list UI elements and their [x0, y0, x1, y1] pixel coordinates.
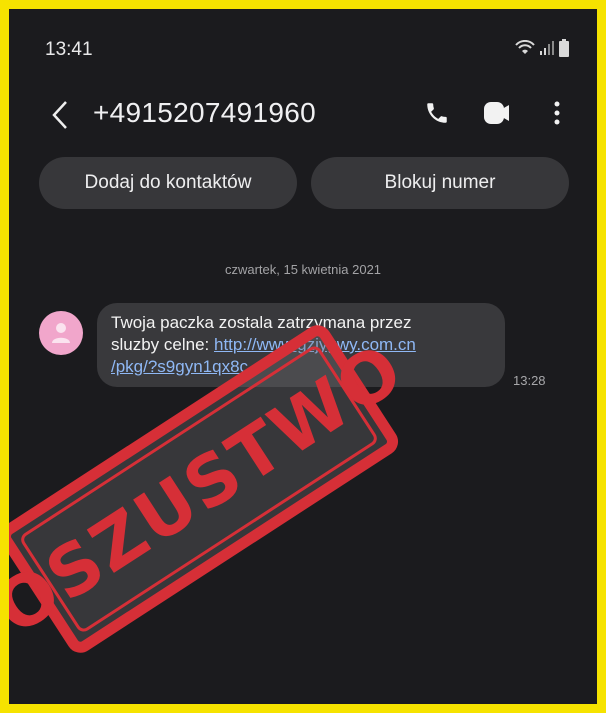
back-button[interactable]	[45, 95, 75, 135]
status-bar: 13:41	[9, 9, 597, 69]
date-separator: czwartek, 15 kwietnia 2021	[224, 262, 382, 277]
signal-icon	[540, 40, 554, 61]
more-options-button[interactable]	[537, 93, 577, 133]
message-time: 13:28	[513, 373, 546, 388]
phone-icon	[427, 103, 447, 123]
stamp-inner-border	[18, 343, 380, 635]
video-call-icon	[484, 102, 509, 124]
more-icon	[554, 101, 560, 125]
battery-icon	[559, 39, 569, 62]
quick-actions: Dodaj do kontaktów Blokuj numer	[39, 157, 569, 209]
call-button[interactable]	[417, 93, 457, 133]
message-text-prefix: sluzby celne:	[111, 335, 214, 354]
message-link-continued[interactable]: /pkg/?s9gyn1qx8c	[111, 357, 248, 376]
video-call-button[interactable]	[477, 93, 517, 133]
add-contact-button[interactable]: Dodaj do kontaktów	[39, 157, 297, 209]
person-icon	[52, 323, 70, 343]
status-icons	[515, 39, 569, 62]
chevron-left-icon	[52, 101, 67, 129]
status-time: 13:41	[45, 39, 93, 60]
app-bar: +4915207491960	[9, 81, 597, 145]
phone-number: +4915207491960	[93, 97, 316, 128]
block-number-button[interactable]: Blokuj numer	[311, 157, 569, 209]
screenshot-frame: 13:41 +4915207491960 Dodaj do kontaktów …	[0, 0, 606, 713]
app-bar-actions	[417, 93, 577, 133]
wifi-icon	[515, 39, 535, 61]
message-text-line1: Twoja paczka zostala zatrzymana przez	[111, 313, 412, 332]
avatar[interactable]	[39, 311, 83, 355]
